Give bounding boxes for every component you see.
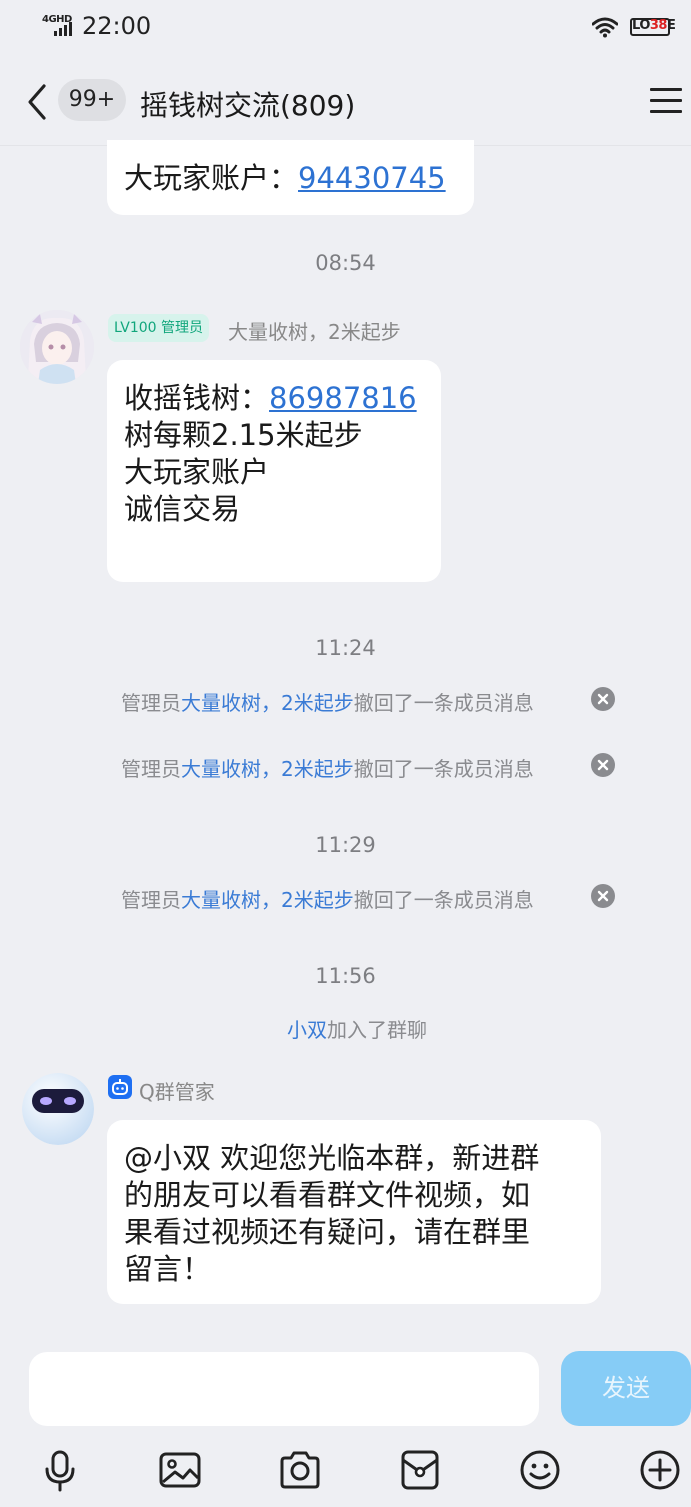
recall-notice: 管理员大量收树，2米起步撤回了一条成员消息 — [121, 757, 534, 781]
microphone-icon[interactable] — [38, 1448, 82, 1492]
network-type-label: 4GHD — [42, 14, 72, 25]
timestamp: 11:29 — [315, 833, 376, 857]
status-time: 22:00 — [82, 12, 152, 40]
sender-name[interactable]: 大量收树，2米起步 — [228, 316, 401, 345]
message-text: 留言！ — [124, 1252, 212, 1286]
timestamp: 11:24 — [315, 636, 376, 660]
admin-name-link[interactable]: 大量收树，2米起步 — [181, 757, 354, 781]
message-text: 的朋友可以看看群文件视频，如 — [124, 1178, 531, 1212]
close-icon[interactable] — [591, 884, 615, 908]
robot-icon — [108, 1075, 132, 1099]
avatar-admin[interactable] — [20, 310, 94, 384]
admin-name-link[interactable]: 大量收树，2米起步 — [181, 888, 354, 912]
close-icon[interactable] — [591, 687, 615, 711]
message-bubble[interactable]: 收摇钱树：86987816 树每颗2.15米起步 大玩家账户 诚信交易 — [107, 360, 441, 582]
close-icon[interactable] — [591, 753, 615, 777]
join-notice: 小双加入了群聊 — [287, 1018, 427, 1042]
admin-level-badge: LV100 管理员 — [108, 314, 210, 342]
message-bubble[interactable]: @小双 欢迎您光临本群，新进群 的朋友可以看看群文件视频，如 果看过视频还有疑问… — [107, 1120, 601, 1304]
message-text: 诚信交易 — [124, 492, 241, 526]
account-link[interactable]: 94430745 — [298, 161, 446, 195]
unread-count-badge[interactable]: 99+ — [58, 79, 126, 121]
message-text: 果看过视频还有疑问，请在群里 — [124, 1215, 531, 1249]
message-input[interactable] — [29, 1352, 539, 1426]
camera-icon[interactable] — [278, 1448, 322, 1492]
message-text: 大玩家账户： — [124, 161, 299, 195]
timestamp: 11:56 — [315, 964, 376, 988]
network-signal-icon: 4GHD — [42, 14, 76, 38]
message-text: 收摇钱树： — [124, 381, 270, 415]
back-button[interactable] — [22, 80, 52, 124]
avatar-bot[interactable] — [22, 1073, 94, 1145]
message-bubble-partial[interactable]: 大玩家账户：94430745 — [107, 140, 474, 215]
chat-title: 摇钱树交流(809) — [140, 89, 356, 122]
emoji-icon[interactable] — [518, 1448, 562, 1492]
plus-icon[interactable] — [638, 1448, 682, 1492]
message-text: @小双 欢迎您光临本群，新进群 — [124, 1141, 540, 1175]
chevron-left-icon — [28, 84, 46, 120]
recall-notice: 管理员大量收树，2米起步撤回了一条成员消息 — [121, 691, 534, 715]
red-packet-icon[interactable] — [398, 1448, 442, 1492]
admin-name-link[interactable]: 大量收树，2米起步 — [181, 691, 354, 715]
menu-button[interactable] — [650, 86, 684, 114]
battery-icon: LO38E — [630, 16, 676, 38]
recall-notice: 管理员大量收树，2米起步撤回了一条成员消息 — [121, 888, 534, 912]
message-text: 树每颗2.15米起步 — [124, 418, 363, 452]
message-text: 大玩家账户 — [124, 455, 270, 489]
wifi-icon — [591, 16, 619, 38]
timestamp: 08:54 — [315, 251, 376, 275]
image-icon[interactable] — [158, 1448, 202, 1492]
account-link[interactable]: 86987816 — [269, 381, 417, 415]
member-name-link[interactable]: 小双 — [287, 1018, 327, 1042]
send-button[interactable]: 发送 — [561, 1351, 691, 1426]
sender-name[interactable]: Q群管家 — [139, 1076, 215, 1105]
